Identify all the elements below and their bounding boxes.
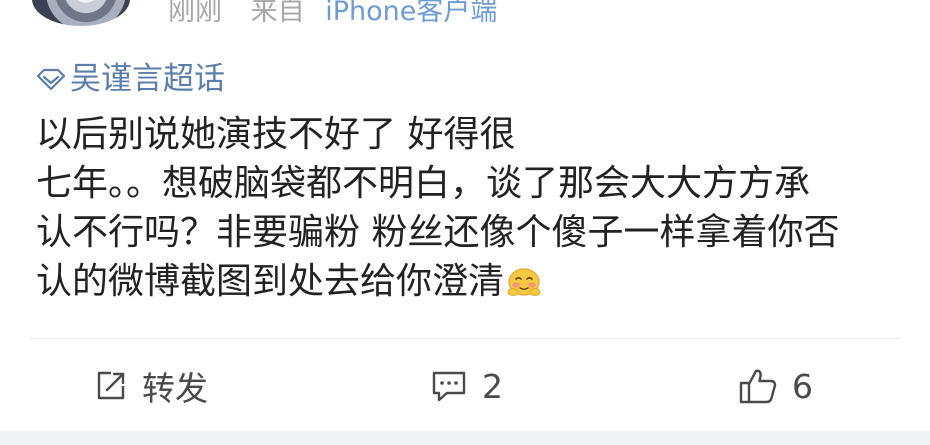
share-edit-icon [97,371,125,400]
repost-label: 转发 [142,369,208,408]
comment-icon [432,371,466,402]
post-content: 以后别说她演技不好了 好得很 七年。。想破脑袋都不明白，谈了那会大大方方承 认不… [36,110,896,306]
post-line-3: 认不行吗？非要骗粉 粉丝还像个傻子一样拿着你否 [36,212,840,253]
action-bar: 转发 2 6 [0,360,930,412]
post-time: 刚刚 [168,0,222,27]
topic-name: 吴谨言超话 [70,61,225,97]
post-line-1: 以后别说她演技不好了 好得很 [36,114,516,155]
like-button[interactable]: 6 [738,360,813,412]
diamond-icon [36,68,66,91]
weibo-post-card: 刚刚 来自 iPhone客户端 吴谨言超话 以后别说她演技不好了 好得很 七年。… [0,0,930,445]
post-header: 刚刚 来自 iPhone客户端 [0,0,930,28]
source-label: 来自 [250,0,305,27]
thumbs-up-icon [739,369,777,404]
avatar[interactable] [32,0,130,26]
comment-button[interactable]: 2 [430,360,503,412]
repost-button[interactable]: 转发 [94,360,208,412]
divider [30,338,900,339]
post-line-4-wrap: 认的微博截图到处去给你澄清 [36,257,896,306]
shy-face-emoji [507,268,541,296]
post-line-4: 认的微博截图到处去给你澄清 [36,261,505,302]
topic-link[interactable]: 吴谨言超话 [36,60,225,98]
post-meta: 刚刚 来自 iPhone客户端 [168,0,497,32]
post-line-2: 七年。。想破脑袋都不明白，谈了那会大大方方承 [36,163,811,204]
card-separator [0,431,930,445]
comment-count: 2 [482,366,503,406]
source-device[interactable]: iPhone客户端 [325,0,497,27]
like-count: 6 [792,366,813,406]
